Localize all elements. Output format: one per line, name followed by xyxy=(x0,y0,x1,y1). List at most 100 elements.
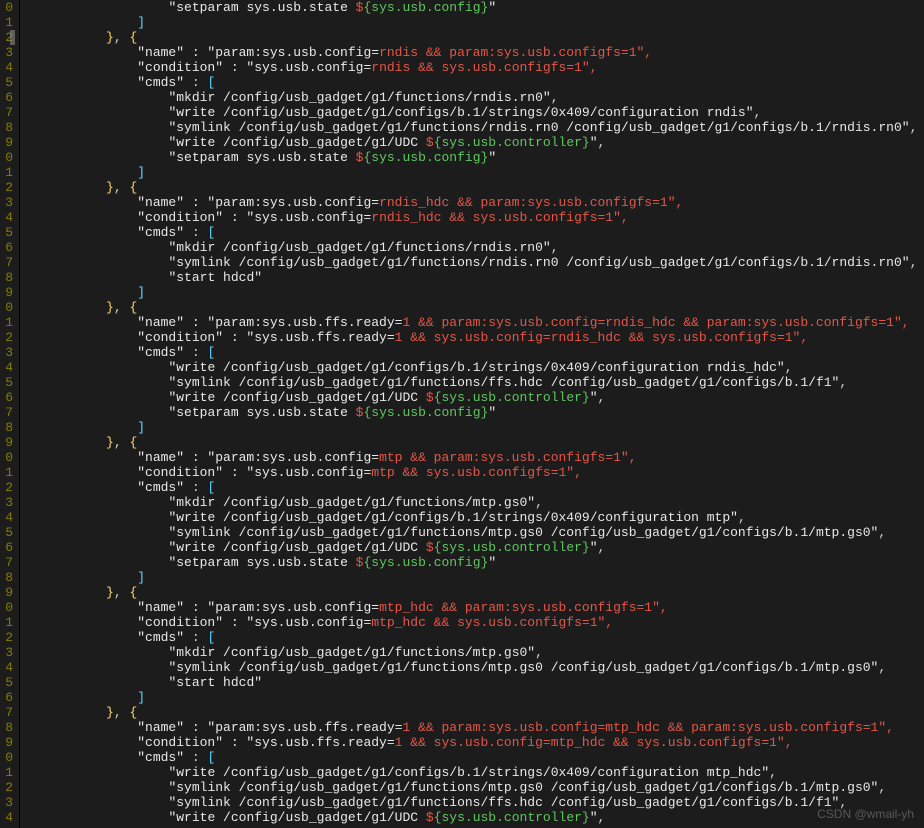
code-line: ] xyxy=(28,15,924,30)
code-line: "condition" : "sys.usb.ffs.ready=1 && sy… xyxy=(28,330,924,345)
code-line: "cmds" : [ xyxy=(28,345,924,360)
line-number: 9 xyxy=(0,285,13,300)
code-line: "name" : "param:sys.usb.config=mtp_hdc &… xyxy=(28,600,924,615)
code-line: "symlink /config/usb_gadget/g1/functions… xyxy=(28,120,924,135)
code-line: "write /config/usb_gadget/g1/configs/b.1… xyxy=(28,765,924,780)
line-number: 8 xyxy=(0,270,13,285)
line-number: 3 xyxy=(0,645,13,660)
line-number: 0 xyxy=(0,300,13,315)
code-line: "symlink /config/usb_gadget/g1/functions… xyxy=(28,780,924,795)
code-line: "write /config/usb_gadget/g1/configs/b.1… xyxy=(28,360,924,375)
line-number: 8 xyxy=(0,420,13,435)
line-number: 4 xyxy=(0,210,13,225)
line-number: 1 xyxy=(0,615,13,630)
code-area[interactable]: "setparam sys.usb.state ${sys.usb.config… xyxy=(20,0,924,828)
line-number: 6 xyxy=(0,690,13,705)
line-number: 6 xyxy=(0,240,13,255)
line-number: 3 xyxy=(0,345,13,360)
line-number: 7 xyxy=(0,255,13,270)
line-number: 0 xyxy=(0,750,13,765)
code-line: "start hdcd" xyxy=(28,270,924,285)
code-line: }, { xyxy=(28,30,924,45)
code-line: "name" : "param:sys.usb.config=mtp && pa… xyxy=(28,450,924,465)
code-line: "mkdir /config/usb_gadget/g1/functions/r… xyxy=(28,240,924,255)
code-line: }, { xyxy=(28,435,924,450)
code-line: "condition" : "sys.usb.config=mtp_hdc &&… xyxy=(28,615,924,630)
code-line: "condition" : "sys.usb.config=rndis_hdc … xyxy=(28,210,924,225)
line-number: 4 xyxy=(0,510,13,525)
line-number: 5 xyxy=(0,525,13,540)
code-line: "cmds" : [ xyxy=(28,750,924,765)
watermark: CSDN @wmail-yh xyxy=(817,807,914,822)
line-number: 9 xyxy=(0,585,13,600)
code-line: "cmds" : [ xyxy=(28,225,924,240)
code-line: "condition" : "sys.usb.ffs.ready=1 && sy… xyxy=(28,735,924,750)
line-number: 3 xyxy=(0,795,13,810)
code-line: ] xyxy=(28,570,924,585)
line-number: 2 xyxy=(0,780,13,795)
code-line: "symlink /config/usb_gadget/g1/functions… xyxy=(28,375,924,390)
line-number: 8 xyxy=(0,720,13,735)
code-line: "write /config/usb_gadget/g1/configs/b.1… xyxy=(28,105,924,120)
line-number: 7 xyxy=(0,705,13,720)
code-line: "write /config/usb_gadget/g1/UDC ${sys.u… xyxy=(28,390,924,405)
code-line: "setparam sys.usb.state ${sys.usb.config… xyxy=(28,150,924,165)
line-number: 0 xyxy=(0,150,13,165)
code-line: "condition" : "sys.usb.config=mtp && sys… xyxy=(28,465,924,480)
line-number: 8 xyxy=(0,570,13,585)
line-number: 9 xyxy=(0,135,13,150)
line-number-gutter: 0123456789012345678901234567890123456789… xyxy=(0,0,20,828)
code-line: "symlink /config/usb_gadget/g1/functions… xyxy=(28,525,924,540)
code-line: "name" : "param:sys.usb.config=rndis && … xyxy=(28,45,924,60)
code-line: "write /config/usb_gadget/g1/configs/b.1… xyxy=(28,510,924,525)
line-number: 5 xyxy=(0,675,13,690)
code-line: "name" : "param:sys.usb.config=rndis_hdc… xyxy=(28,195,924,210)
code-line: ] xyxy=(28,285,924,300)
code-line: "write /config/usb_gadget/g1/UDC ${sys.u… xyxy=(28,810,924,825)
cursor-indicator xyxy=(10,30,15,45)
line-number: 7 xyxy=(0,105,13,120)
line-number: 2 xyxy=(0,480,13,495)
line-number: 0 xyxy=(0,0,13,15)
code-line: "condition" : "sys.usb.config=rndis && s… xyxy=(28,60,924,75)
line-number: 1 xyxy=(0,165,13,180)
code-line: ] xyxy=(28,690,924,705)
line-number: 6 xyxy=(0,540,13,555)
line-number: 1 xyxy=(0,465,13,480)
line-number: 9 xyxy=(0,435,13,450)
line-number: 4 xyxy=(0,360,13,375)
line-number: 5 xyxy=(0,225,13,240)
code-line: "cmds" : [ xyxy=(28,75,924,90)
code-line: "cmds" : [ xyxy=(28,480,924,495)
line-number: 9 xyxy=(0,735,13,750)
code-line: "mkdir /config/usb_gadget/g1/functions/m… xyxy=(28,645,924,660)
code-line: "symlink /config/usb_gadget/g1/functions… xyxy=(28,660,924,675)
line-number: 5 xyxy=(0,375,13,390)
line-number: 4 xyxy=(0,660,13,675)
line-number: 6 xyxy=(0,390,13,405)
line-number: 2 xyxy=(0,330,13,345)
code-line: "symlink /config/usb_gadget/g1/functions… xyxy=(28,795,924,810)
line-number: 6 xyxy=(0,90,13,105)
code-line: }, { xyxy=(28,180,924,195)
line-number: 5 xyxy=(0,75,13,90)
code-line: "symlink /config/usb_gadget/g1/functions… xyxy=(28,255,924,270)
line-number: 1 xyxy=(0,315,13,330)
code-editor[interactable]: 0123456789012345678901234567890123456789… xyxy=(0,0,924,828)
code-line: }, { xyxy=(28,300,924,315)
code-line: "cmds" : [ xyxy=(28,630,924,645)
line-number: 0 xyxy=(0,450,13,465)
line-number: 1 xyxy=(0,765,13,780)
line-number: 8 xyxy=(0,120,13,135)
code-line: "start hdcd" xyxy=(28,675,924,690)
line-number: 7 xyxy=(0,405,13,420)
code-line: }, { xyxy=(28,585,924,600)
line-number: 3 xyxy=(0,195,13,210)
code-line: "mkdir /config/usb_gadget/g1/functions/m… xyxy=(28,495,924,510)
code-line: "mkdir /config/usb_gadget/g1/functions/r… xyxy=(28,90,924,105)
line-number: 2 xyxy=(0,180,13,195)
code-line: "name" : "param:sys.usb.ffs.ready=1 && p… xyxy=(28,720,924,735)
line-number: 3 xyxy=(0,45,13,60)
code-line: "write /config/usb_gadget/g1/UDC ${sys.u… xyxy=(28,135,924,150)
code-line: "name" : "param:sys.usb.ffs.ready=1 && p… xyxy=(28,315,924,330)
